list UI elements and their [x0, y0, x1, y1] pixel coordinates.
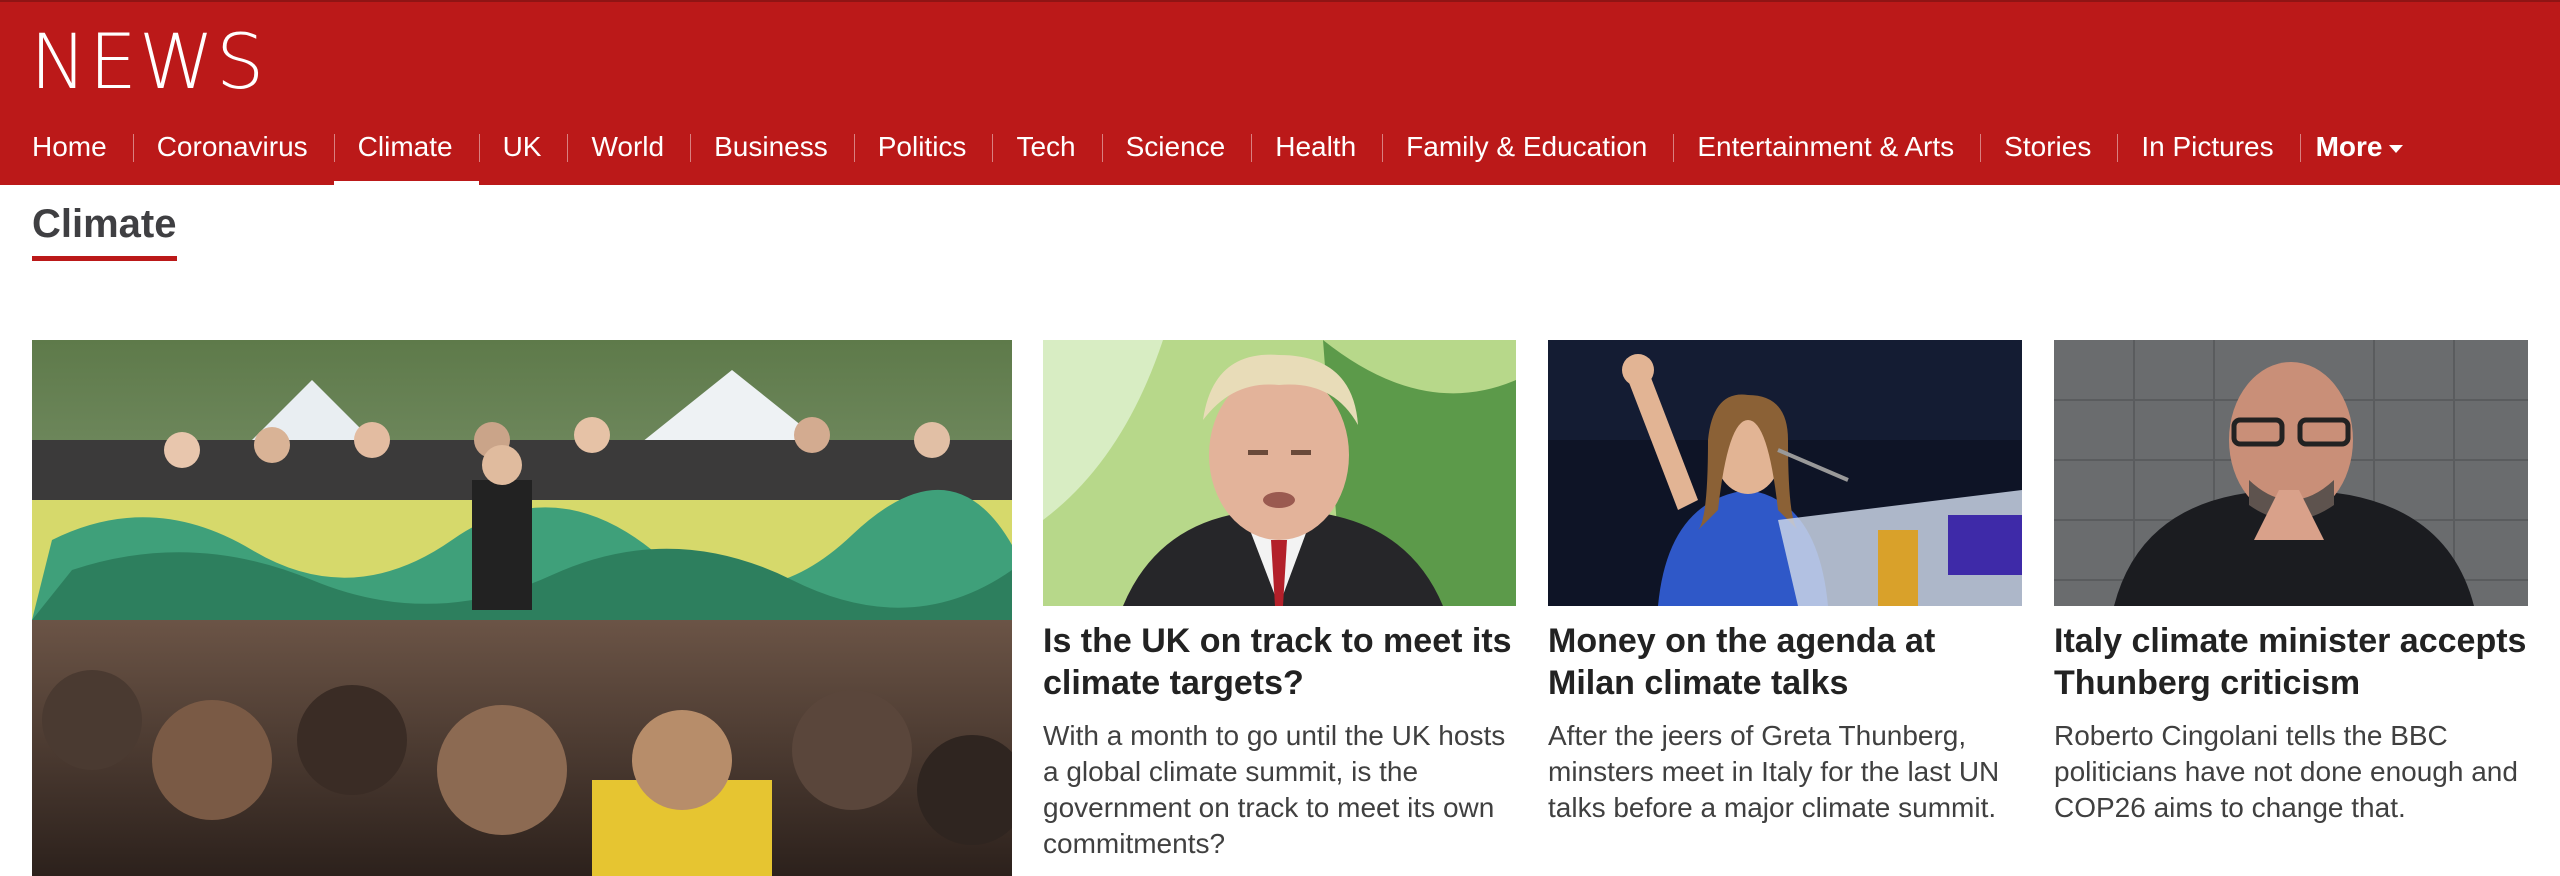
nav-item-coronavirus[interactable]: Coronavirus [132, 120, 334, 187]
nav-item-tech[interactable]: Tech [992, 120, 1101, 187]
story-card-uk-climate-targets: Is the UK on track to meet its climate t… [1043, 620, 1517, 862]
minister-speaking-photo [2054, 340, 2528, 606]
caret-down-icon [2388, 144, 2403, 153]
story-summary: Roberto Cingolani tells the BBC politici… [2054, 720, 2518, 823]
masthead: NEWS Home Coronavirus Climate UK World B… [0, 0, 2560, 187]
nav-item-world[interactable]: World [567, 120, 690, 187]
story-summary: After the jeers of Greta Thunberg, minst… [1548, 720, 2000, 823]
nav-item-home[interactable]: Home [0, 120, 133, 187]
story-headline[interactable]: Money on the agenda at Milan climate tal… [1548, 620, 2022, 704]
hero-story-image[interactable] [32, 340, 1012, 876]
climate-protest-crowd-photo [32, 340, 1012, 876]
story-headline[interactable]: Is the UK on track to meet its climate t… [1043, 620, 1517, 704]
nav-item-health[interactable]: Health [1251, 120, 1382, 187]
nav-item-politics[interactable]: Politics [853, 120, 993, 187]
activist-speaking-at-podium-photo [1548, 340, 2022, 606]
story-headline[interactable]: Italy climate minister accepts Thunberg … [2054, 620, 2528, 704]
primary-nav: Home Coronavirus Climate UK World Busine… [0, 120, 2429, 187]
nav-item-family-education[interactable]: Family & Education [1382, 120, 1673, 187]
nav-item-entertainment-arts[interactable]: Entertainment & Arts [1673, 120, 1980, 187]
story-summary: With a month to go until the UK hosts a … [1043, 720, 1506, 859]
story-image-italy-minister[interactable] [2054, 340, 2528, 606]
nav-item-in-pictures[interactable]: In Pictures [2117, 120, 2299, 187]
section-title: Climate [32, 200, 177, 261]
story-image-milan-climate-talks[interactable] [1548, 340, 2022, 606]
politician-portrait-photo [1043, 340, 1516, 606]
nav-item-stories[interactable]: Stories [1980, 120, 2117, 187]
nav-item-business[interactable]: Business [690, 120, 854, 187]
story-image-uk-climate-targets[interactable] [1043, 340, 1516, 606]
nav-item-uk[interactable]: UK [478, 120, 568, 187]
news-logo[interactable]: NEWS [30, 24, 266, 100]
story-card-milan-climate-talks: Money on the agenda at Milan climate tal… [1548, 620, 2022, 826]
more-label: More [2315, 131, 2383, 162]
nav-item-climate[interactable]: Climate [333, 120, 479, 187]
more-menu-button[interactable]: More [2299, 120, 2429, 187]
story-card-italy-minister: Italy climate minister accepts Thunberg … [2054, 620, 2528, 826]
nav-item-science[interactable]: Science [1101, 120, 1252, 187]
